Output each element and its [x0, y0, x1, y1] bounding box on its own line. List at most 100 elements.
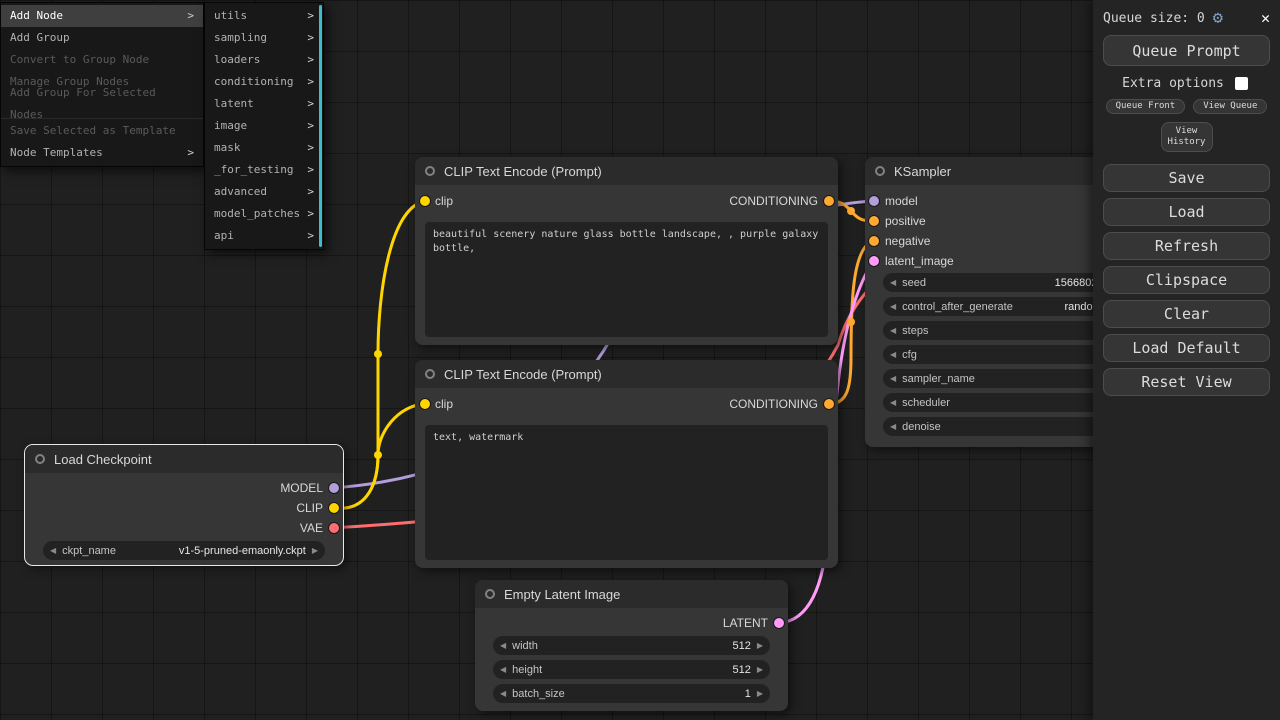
submenu-item-image[interactable]: image > — [205, 115, 323, 137]
decrement-arrow-icon[interactable]: ◀ — [890, 374, 896, 383]
queue-prompt-button[interactable]: Queue Prompt — [1103, 35, 1270, 66]
node-load-checkpoint[interactable]: Load Checkpoint MODEL CLIP VAE ◀ ckpt_na… — [25, 445, 343, 565]
node-clip-text-encode-2[interactable]: CLIP Text Encode (Prompt) clip CONDITION… — [415, 360, 838, 568]
submenu-arrow-icon: > — [307, 27, 314, 49]
submenu-arrow-icon: > — [187, 5, 194, 27]
output-label: LATENT — [723, 616, 768, 630]
prev-option-arrow-icon[interactable]: ◀ — [50, 546, 56, 555]
queue-front-button[interactable]: Queue Front — [1106, 99, 1186, 114]
output-slot-vae[interactable] — [329, 523, 339, 533]
widget-height[interactable]: ◀ height 512 ▶ — [493, 660, 770, 679]
collapse-toggle-icon[interactable] — [425, 166, 435, 176]
submenu-item-sampling[interactable]: sampling > — [205, 27, 323, 49]
output-slot-conditioning[interactable] — [824, 399, 834, 409]
decrement-arrow-icon[interactable]: ◀ — [890, 302, 896, 311]
input-label: clip — [435, 194, 453, 208]
decrement-arrow-icon[interactable]: ◀ — [890, 398, 896, 407]
node-title-bar[interactable]: CLIP Text Encode (Prompt) — [415, 360, 838, 388]
menu-item-add-group[interactable]: Add Group — [1, 27, 203, 49]
node-title-bar[interactable]: Empty Latent Image — [475, 580, 788, 608]
submenu-arrow-icon: > — [307, 71, 314, 93]
node-title-bar[interactable]: CLIP Text Encode (Prompt) — [415, 157, 838, 185]
submenu-item-advanced[interactable]: advanced > — [205, 181, 323, 203]
input-slot-clip[interactable] — [420, 196, 430, 206]
load-default-button[interactable]: Load Default — [1103, 334, 1270, 362]
collapse-toggle-icon[interactable] — [875, 166, 885, 176]
link-midpoint-dot — [374, 451, 382, 459]
submenu-item-latent[interactable]: latent > — [205, 93, 323, 115]
input-slot-model[interactable] — [869, 196, 879, 206]
prompt-text-input[interactable]: beautiful scenery nature glass bottle la… — [425, 222, 828, 337]
decrement-arrow-icon[interactable]: ◀ — [890, 350, 896, 359]
settings-gear-icon[interactable]: ⚙ — [1213, 10, 1223, 27]
clear-button[interactable]: Clear — [1103, 300, 1270, 328]
view-queue-button[interactable]: View Queue — [1193, 99, 1267, 114]
input-slot-latent-image[interactable] — [869, 256, 879, 266]
output-label: VAE — [300, 521, 323, 535]
menu-item-add-node[interactable]: Add Node > — [1, 5, 203, 27]
increment-arrow-icon[interactable]: ▶ — [757, 689, 763, 698]
widget-width[interactable]: ◀ width 512 ▶ — [493, 636, 770, 655]
submenu-item-model-patches[interactable]: model_patches > — [205, 203, 323, 225]
node-clip-text-encode-1[interactable]: CLIP Text Encode (Prompt) clip CONDITION… — [415, 157, 838, 345]
input-label: clip — [435, 397, 453, 411]
submenu-item-conditioning[interactable]: conditioning > — [205, 71, 323, 93]
menu-item-convert-to-group-node: Convert to Group Node — [1, 49, 203, 71]
refresh-button[interactable]: Refresh — [1103, 232, 1270, 260]
node-title-bar[interactable]: Load Checkpoint — [25, 445, 343, 473]
decrement-arrow-icon[interactable]: ◀ — [890, 326, 896, 335]
reset-view-button[interactable]: Reset View — [1103, 368, 1270, 396]
submenu-item-utils[interactable]: utils > — [205, 5, 323, 27]
node-title: Load Checkpoint — [54, 452, 152, 467]
input-slot-positive[interactable] — [869, 216, 879, 226]
node-empty-latent-image[interactable]: Empty Latent Image LATENT ◀ width 512 ▶ … — [475, 580, 788, 711]
collapse-toggle-icon[interactable] — [35, 454, 45, 464]
node-title: CLIP Text Encode (Prompt) — [444, 367, 602, 382]
decrement-arrow-icon[interactable]: ◀ — [890, 422, 896, 431]
submenu-arrow-icon: > — [307, 93, 314, 115]
decrement-arrow-icon[interactable]: ◀ — [500, 689, 506, 698]
prompt-text-input[interactable]: text, watermark — [425, 425, 828, 560]
output-slot-latent[interactable] — [774, 618, 784, 628]
input-label: model — [885, 194, 918, 208]
submenu-item-mask[interactable]: mask > — [205, 137, 323, 159]
submenu-arrow-icon: > — [307, 203, 314, 225]
widget-batch-size[interactable]: ◀ batch_size 1 ▶ — [493, 684, 770, 703]
decrement-arrow-icon[interactable]: ◀ — [500, 665, 506, 674]
submenu-item-for-testing[interactable]: _for_testing > — [205, 159, 323, 181]
queue-size-label: Queue size: 0 — [1103, 11, 1205, 26]
submenu-arrow-icon: > — [307, 137, 314, 159]
extra-options-label: Extra options — [1122, 76, 1224, 91]
submenu-arrow-icon: > — [307, 49, 314, 71]
close-menu-icon[interactable]: ✕ — [1261, 11, 1270, 26]
view-history-button[interactable]: View History — [1161, 122, 1213, 152]
decrement-arrow-icon[interactable]: ◀ — [890, 278, 896, 287]
output-slot-clip[interactable] — [329, 503, 339, 513]
submenu-arrow-icon: > — [187, 142, 194, 164]
increment-arrow-icon[interactable]: ▶ — [757, 665, 763, 674]
input-label: negative — [885, 234, 930, 248]
output-slot-model[interactable] — [329, 483, 339, 493]
clipspace-button[interactable]: Clipspace — [1103, 266, 1270, 294]
collapse-toggle-icon[interactable] — [425, 369, 435, 379]
decrement-arrow-icon[interactable]: ◀ — [500, 641, 506, 650]
submenu-scrollbar[interactable] — [319, 5, 322, 247]
submenu-arrow-icon: > — [307, 115, 314, 137]
load-button[interactable]: Load — [1103, 198, 1270, 226]
submenu-item-loaders[interactable]: loaders > — [205, 49, 323, 71]
output-slot-conditioning[interactable] — [824, 196, 834, 206]
menu-item-save-selected-as-template: Save Selected as Template — [1, 118, 203, 142]
context-menu: Add Node > Add Group Convert to Group No… — [0, 2, 204, 167]
collapse-toggle-icon[interactable] — [485, 589, 495, 599]
comfy-menu-panel: Queue size: 0 ⚙ ✕ Queue Prompt Extra opt… — [1093, 0, 1280, 720]
input-slot-clip[interactable] — [420, 399, 430, 409]
input-slot-negative[interactable] — [869, 236, 879, 246]
next-option-arrow-icon[interactable]: ▶ — [312, 546, 318, 555]
widget-ckpt-name[interactable]: ◀ ckpt_name v1-5-pruned-emaonly.ckpt ▶ — [43, 541, 325, 560]
save-button[interactable]: Save — [1103, 164, 1270, 192]
extra-options-checkbox[interactable] — [1235, 77, 1248, 90]
submenu-item-api[interactable]: api > — [205, 225, 323, 247]
graph-canvas[interactable]: CLIP Text Encode (Prompt) clip CONDITION… — [0, 0, 1280, 720]
menu-item-node-templates[interactable]: Node Templates > — [1, 142, 203, 164]
increment-arrow-icon[interactable]: ▶ — [757, 641, 763, 650]
